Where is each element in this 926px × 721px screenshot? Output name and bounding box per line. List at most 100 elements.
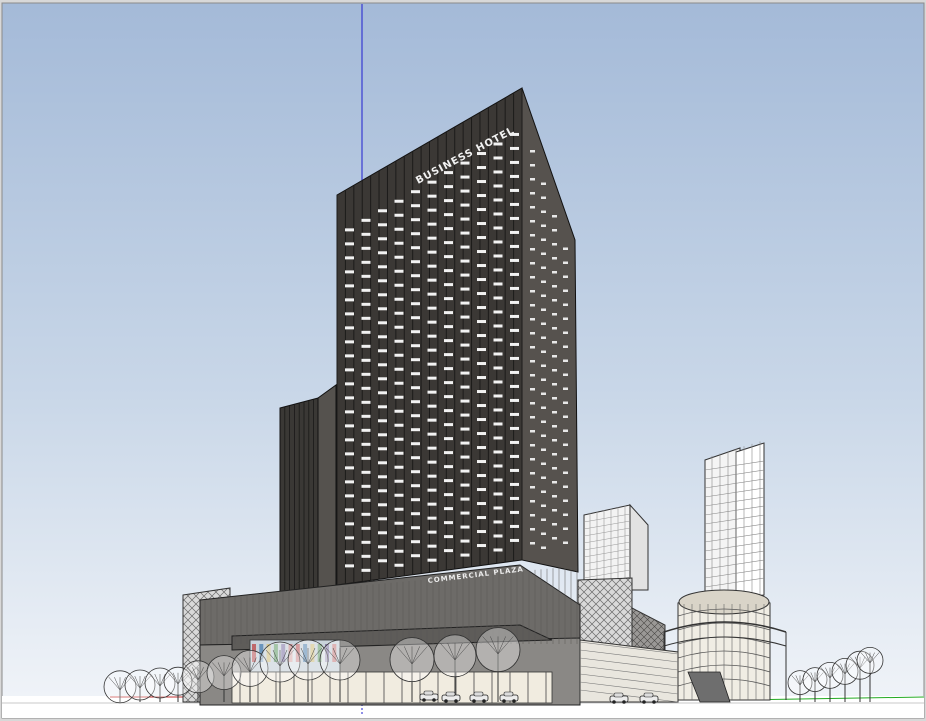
tower-window — [460, 399, 470, 403]
tower-window — [510, 412, 519, 416]
car-roof — [503, 691, 514, 697]
tower-window — [493, 254, 503, 258]
tower-window — [510, 146, 519, 150]
tower-window — [460, 469, 470, 473]
tower-window — [510, 258, 519, 262]
tower-window — [444, 311, 453, 315]
tower-window — [444, 479, 453, 483]
tower-window — [361, 456, 371, 460]
tower-window — [460, 483, 470, 487]
tower-window — [460, 385, 470, 389]
tower-window — [378, 559, 387, 563]
side-window — [563, 331, 568, 334]
tower-window — [411, 358, 420, 362]
side-window — [530, 304, 535, 307]
tower-window — [477, 404, 486, 408]
tower-window — [378, 307, 387, 311]
tower-window — [345, 298, 354, 302]
tower-window — [394, 213, 404, 217]
tower-window — [427, 460, 437, 464]
side-window — [563, 499, 568, 502]
side-window — [563, 443, 568, 446]
tower-window — [444, 199, 453, 203]
side-window — [530, 332, 535, 335]
side-window — [541, 308, 546, 311]
tower-window — [345, 242, 354, 246]
tower-window — [444, 451, 453, 455]
tower-window — [444, 213, 453, 217]
tower-window — [493, 380, 503, 384]
side-window — [541, 434, 546, 437]
side-window — [541, 448, 546, 451]
tower-window — [460, 259, 470, 263]
tower-window — [460, 329, 470, 333]
tower-window — [444, 409, 453, 413]
tower-window — [361, 358, 371, 362]
car-wheel — [512, 699, 516, 703]
side-window — [530, 206, 535, 209]
car-wheel — [652, 700, 656, 704]
tower-window — [394, 241, 404, 245]
tower-window — [493, 226, 503, 230]
side-window — [563, 317, 568, 320]
tower-window — [493, 492, 503, 496]
tower-window — [460, 497, 470, 501]
tower-window — [444, 283, 453, 287]
tower-window — [493, 212, 503, 216]
car-roof — [473, 691, 484, 697]
tower-window — [510, 440, 519, 444]
tower-window — [444, 325, 453, 329]
tower-window — [510, 174, 519, 178]
car-wheel — [502, 699, 506, 703]
tower-window — [477, 250, 486, 254]
side-window — [530, 472, 535, 475]
tower-window — [378, 377, 387, 381]
tower-window — [477, 544, 486, 548]
tower-window — [444, 437, 453, 441]
tower-window — [510, 244, 519, 248]
side-window — [552, 327, 557, 330]
tower-window — [411, 190, 420, 194]
side-window — [541, 392, 546, 395]
car-roof — [643, 692, 654, 698]
side-window — [552, 257, 557, 260]
tower-window — [444, 423, 453, 427]
side-window — [541, 364, 546, 367]
tower-window — [378, 545, 387, 549]
tower-window — [460, 175, 470, 179]
car-wheel — [642, 700, 646, 704]
tower-window — [493, 464, 503, 468]
tower-window — [510, 384, 519, 388]
model-viewport[interactable]: BUSINESS HOTEL COMMERCIAL PLAZA — [0, 0, 926, 721]
tower-window — [378, 293, 387, 297]
side-window — [541, 420, 546, 423]
tower-window — [378, 461, 387, 465]
side-window — [563, 541, 568, 544]
side-window — [552, 369, 557, 372]
side-window — [530, 374, 535, 377]
tower-window — [460, 287, 470, 291]
side-window — [563, 247, 568, 250]
round-building — [663, 589, 787, 703]
tower-window — [493, 506, 503, 510]
tower-window — [477, 446, 486, 450]
tower-window — [411, 274, 420, 278]
tower-window — [345, 326, 354, 330]
tower-window — [361, 330, 371, 334]
tower-window — [510, 342, 519, 346]
tower-window — [411, 302, 420, 306]
tower-window — [493, 296, 503, 300]
tower-window — [394, 227, 404, 231]
tower-window — [378, 237, 387, 241]
tower-window — [510, 314, 519, 318]
tower-window — [493, 282, 503, 286]
tower-window — [394, 353, 404, 357]
side-window — [563, 471, 568, 474]
side-window — [552, 271, 557, 274]
tower-window — [477, 180, 486, 184]
tower-window — [345, 466, 354, 470]
side-window — [552, 243, 557, 246]
tower-window — [361, 232, 371, 236]
side-window — [530, 486, 535, 489]
tower-window — [477, 488, 486, 492]
